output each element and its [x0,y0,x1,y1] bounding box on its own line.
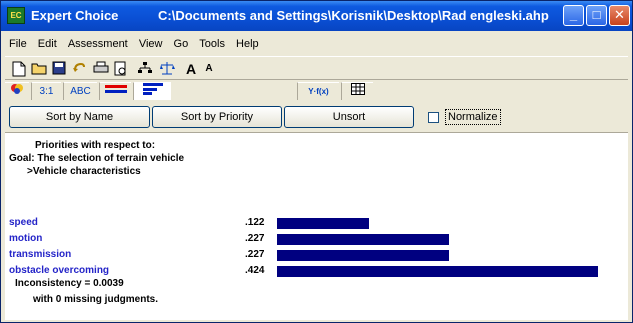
menu-file[interactable]: File [9,34,27,54]
criterion-name: obstacle overcoming [9,265,110,276]
criterion-name: transmission [9,249,72,260]
criterion-value: .122 [245,217,265,228]
tab-bar-graph[interactable] [133,82,171,100]
title-bar[interactable]: EC Expert Choice C:\Documents and Settin… [1,1,632,31]
priority-bar [277,218,369,229]
inconsistency-ratio: Inconsistency = 0.0039 [15,278,124,289]
menu-tools[interactable]: Tools [199,34,225,54]
expert-choice-window: EC Expert Choice C:\Documents and Settin… [0,0,633,323]
missing-judgments: with 0 missing judgments. [33,294,159,305]
close-button[interactable]: ✕ [609,5,630,26]
criterion-value: .227 [245,249,265,260]
menu-assessment[interactable]: Assessment [68,34,128,54]
window-file-path: C:\Documents and Settings\Korisnik\Deskt… [158,8,549,23]
tab-color-lines[interactable] [99,82,131,100]
undo-icon[interactable] [71,61,87,77]
hierarchy-icon[interactable] [137,61,153,77]
print-preview-icon[interactable] [113,61,129,77]
maximize-button[interactable]: □ [586,5,607,26]
sort-toolbar: Sort by Name Sort by Priority Unsort Nor… [5,102,628,130]
font-smaller-icon[interactable]: A [201,61,217,77]
goal-label: Goal: The selection of terrain vehicle [9,153,185,164]
expert-choice-app-icon[interactable]: EC [7,7,25,24]
priority-bar [277,266,598,277]
criterion-value: .424 [245,265,265,276]
tab-grid[interactable] [341,82,373,100]
open-folder-icon[interactable] [31,61,47,77]
tab-abc[interactable]: ABC [63,82,97,100]
new-file-icon[interactable] [11,61,27,77]
menu-go[interactable]: Go [174,34,189,54]
window-title: Expert Choice [31,8,119,23]
priorities-panel: Priorities with respect to: Goal: The se… [5,132,628,320]
print-icon[interactable] [93,61,109,77]
sort-by-name-button[interactable]: Sort by Name [9,106,150,128]
criterion-name: motion [9,233,43,244]
tab-ratio[interactable]: 3:1 [31,82,61,100]
tab-palette[interactable] [5,82,29,100]
criterion-name: speed [9,217,38,228]
minimize-button[interactable]: _ [563,5,584,26]
criterion-node-label: >Vehicle characteristics [27,166,141,177]
menu-view[interactable]: View [139,34,163,54]
font-larger-icon[interactable]: A [183,61,199,77]
balance-icon[interactable] [159,61,175,77]
menu-help[interactable]: Help [236,34,259,54]
toolbar: A A [5,56,628,80]
menu-edit[interactable]: Edit [38,34,57,54]
normalize-label[interactable]: Normalize [445,109,501,125]
tab-formula[interactable]: Y·f(x) [297,82,339,100]
criterion-value: .227 [245,233,265,244]
priority-bar [277,234,449,245]
normalize-checkbox[interactable] [428,112,439,123]
unsort-button[interactable]: Unsort [284,106,414,128]
priority-bar [277,250,449,261]
priorities-heading: Priorities with respect to: [35,140,156,151]
save-icon[interactable] [51,61,67,77]
sort-by-priority-button[interactable]: Sort by Priority [152,106,282,128]
menu-bar: File Edit Assessment View Go Tools Help [5,34,628,54]
view-tab-row: 3:1 ABC Y·f(x) [5,81,628,101]
